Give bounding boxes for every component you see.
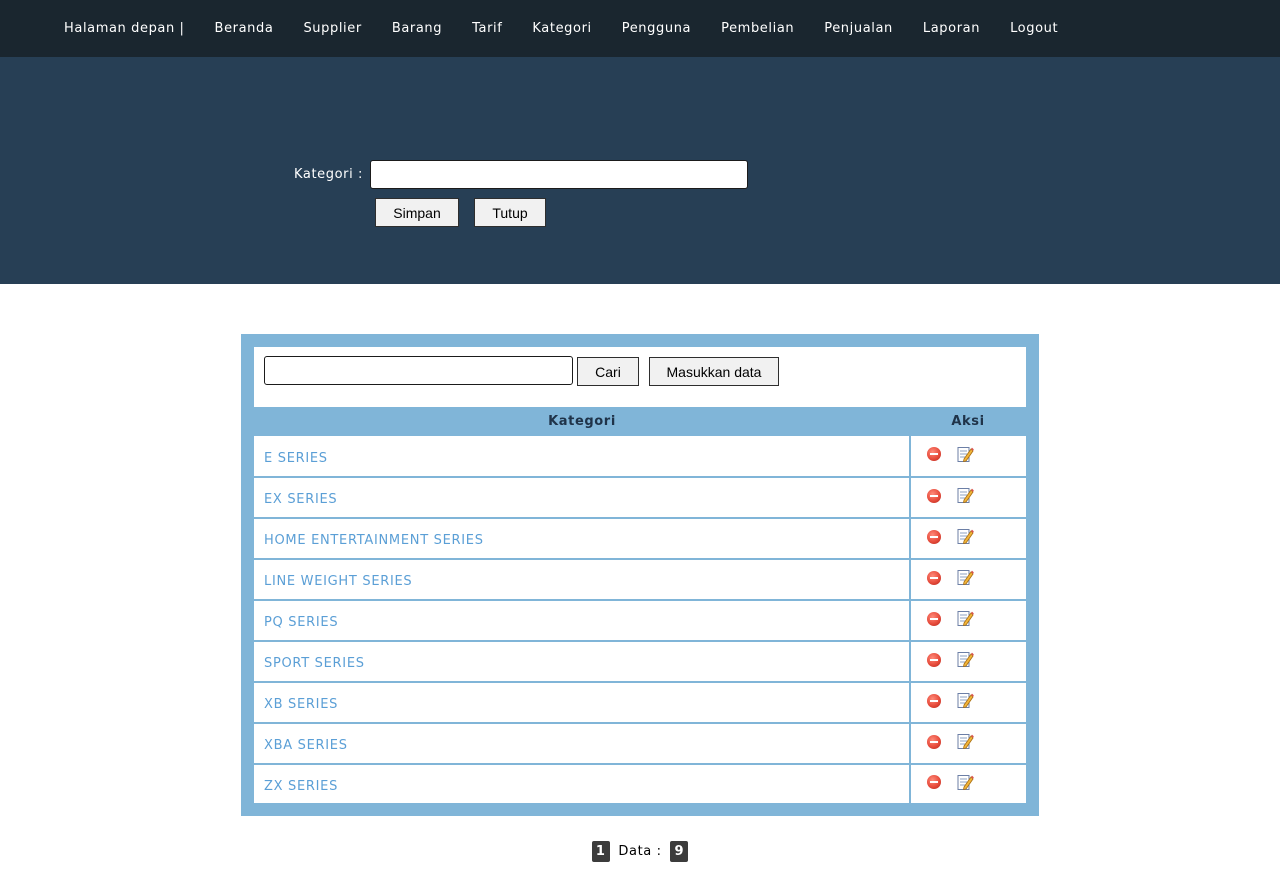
search-button[interactable]: Cari (577, 357, 639, 386)
page-number[interactable]: 1 (591, 841, 610, 862)
nav-item-barang[interactable]: Barang (392, 21, 442, 36)
category-table: Kategori Aksi E SERIES EX SERIES HOME ENTE… (254, 407, 1026, 803)
table-row: HOME ENTERTAINMENT SERIES (254, 517, 1026, 560)
category-link[interactable]: PQ SERIES (264, 615, 338, 630)
delete-icon[interactable] (927, 529, 941, 544)
category-cell: PQ SERIES (254, 600, 911, 642)
action-group (927, 517, 1026, 556)
delete-icon[interactable] (927, 447, 941, 461)
close-button[interactable]: Tutup (474, 198, 546, 227)
nav-item-supplier[interactable]: Supplier (303, 21, 361, 36)
table-row: PQ SERIES (254, 599, 1026, 642)
delete-icon[interactable] (927, 693, 941, 708)
action-cell (910, 517, 1026, 560)
category-cell: XB SERIES (254, 682, 911, 724)
action-group (927, 476, 1026, 515)
search-bar: Cari Masukkan data (254, 347, 1026, 407)
category-link[interactable]: EX SERIES (264, 492, 337, 507)
category-link[interactable]: SPORT SERIES (264, 656, 365, 671)
edit-icon[interactable] (957, 569, 974, 586)
category-cell: EX SERIES (254, 477, 911, 519)
action-group (927, 763, 1026, 801)
edit-icon[interactable] (957, 610, 974, 627)
nav-item-pengguna[interactable]: Pengguna (622, 21, 691, 36)
action-cell (910, 434, 1026, 478)
column-header-aksi: Aksi (910, 407, 1026, 436)
table-row: E SERIES (254, 434, 1026, 478)
action-cell (910, 722, 1026, 765)
action-cell (910, 558, 1026, 601)
save-button[interactable]: Simpan (375, 198, 459, 227)
edit-icon[interactable] (957, 487, 974, 504)
category-link[interactable]: LINE WEIGHT SERIES (264, 574, 412, 589)
column-header-kategori: Kategori (254, 407, 910, 436)
action-group (927, 558, 1026, 597)
table-row: LINE WEIGHT SERIES (254, 558, 1026, 601)
table-row: ZX SERIES (254, 764, 1026, 803)
action-group (927, 722, 1026, 761)
action-group (927, 434, 1026, 474)
edit-icon[interactable] (957, 446, 974, 463)
action-cell (910, 640, 1026, 683)
nav-item-kategori[interactable]: Kategori (532, 21, 591, 36)
data-count-label: Data : (618, 844, 662, 859)
delete-icon[interactable] (927, 775, 941, 789)
nav-item-pembelian[interactable]: Pembelian (721, 21, 794, 36)
edit-icon[interactable] (957, 692, 974, 709)
category-field-label: Kategori : (294, 167, 364, 182)
edit-icon[interactable] (957, 733, 974, 750)
category-table-panel: Cari Masukkan data Kategori Aksi E SERIE… (241, 334, 1039, 816)
category-cell: SPORT SERIES (254, 641, 911, 683)
category-link[interactable]: HOME ENTERTAINMENT SERIES (264, 533, 484, 548)
edit-icon[interactable] (957, 774, 974, 791)
category-input[interactable] (370, 160, 748, 189)
delete-icon[interactable] (927, 611, 941, 626)
delete-icon[interactable] (927, 734, 941, 749)
table-row: SPORT SERIES (254, 640, 1026, 683)
category-cell: LINE WEIGHT SERIES (254, 559, 911, 601)
nav-item-penjualan[interactable]: Penjualan (824, 21, 893, 36)
add-data-button[interactable]: Masukkan data (649, 357, 779, 386)
nav-item-tarif[interactable]: Tarif (472, 21, 502, 36)
pagination: 1 Data : 9 (0, 841, 1280, 862)
action-group (927, 640, 1026, 679)
table-row: XB SERIES (254, 681, 1026, 724)
edit-icon[interactable] (957, 528, 974, 545)
category-cell: E SERIES (254, 436, 911, 478)
category-link[interactable]: XB SERIES (264, 697, 338, 712)
search-input[interactable] (264, 356, 573, 385)
action-cell (910, 599, 1026, 642)
category-cell: XBA SERIES (254, 723, 911, 765)
category-cell: HOME ENTERTAINMENT SERIES (254, 518, 911, 560)
top-navigation: Halaman depan | Beranda Supplier Barang … (0, 0, 1280, 57)
action-group (927, 599, 1026, 638)
action-group (927, 681, 1026, 720)
category-link[interactable]: E SERIES (264, 451, 328, 466)
data-total-count: 9 (670, 841, 689, 862)
nav-item-beranda[interactable]: Beranda (215, 21, 274, 36)
table-row: EX SERIES (254, 476, 1026, 519)
delete-icon[interactable] (927, 570, 941, 585)
action-cell (910, 764, 1026, 803)
action-cell (910, 681, 1026, 724)
category-form-section: Kategori : Simpan Tutup (0, 57, 1280, 284)
delete-icon[interactable] (927, 488, 941, 503)
nav-item-logout[interactable]: Logout (1010, 21, 1058, 36)
delete-icon[interactable] (927, 652, 941, 667)
category-link[interactable]: ZX SERIES (264, 779, 338, 794)
action-cell (910, 476, 1026, 519)
category-link[interactable]: XBA SERIES (264, 738, 348, 753)
category-cell: ZX SERIES (254, 764, 911, 803)
edit-icon[interactable] (957, 651, 974, 668)
table-row: XBA SERIES (254, 722, 1026, 765)
nav-item-laporan[interactable]: Laporan (923, 21, 980, 36)
nav-item-halaman-depan[interactable]: Halaman depan | (64, 21, 185, 36)
